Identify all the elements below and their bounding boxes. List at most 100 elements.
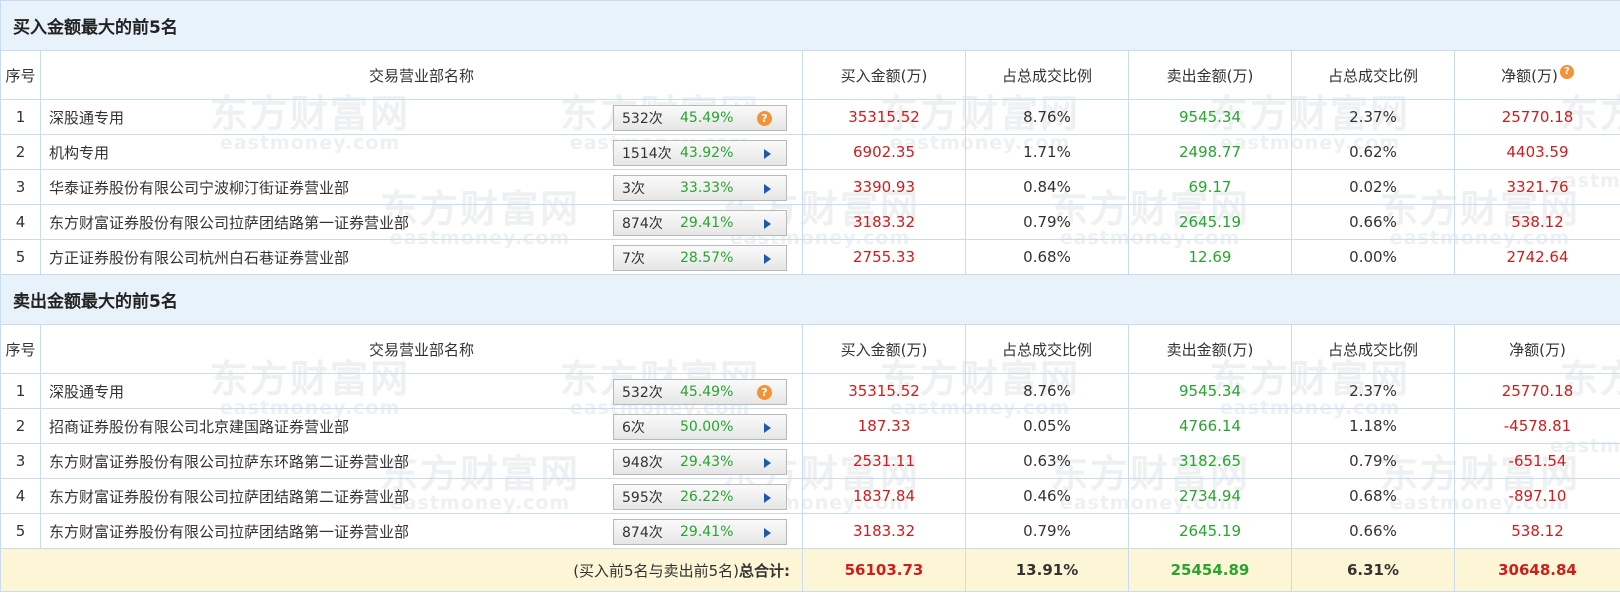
expand-arrow-icon[interactable] xyxy=(764,422,771,433)
sell-amount: 69.17 xyxy=(1128,169,1292,205)
win-rate: 28.57% xyxy=(680,249,734,266)
broker-stats-button[interactable]: 7次 28.57% xyxy=(613,244,787,271)
table-row: 3 华泰证券股份有限公司宁波柳汀街证券营业部 3次 33.33% 3390.93 0.84… xyxy=(0,169,1620,205)
table-row: 2 机构专用 1514次 43.92% 6902.35 1.71% 2498.77 0.62%… xyxy=(0,134,1620,170)
sell-ratio: 2.37% xyxy=(1291,373,1455,409)
broker-name-link[interactable]: 方正证券股份有限公司杭州白石巷证券营业部 xyxy=(49,247,349,268)
total-sell: 25454.89 xyxy=(1128,548,1292,592)
col-header-sell: 卖出金额(万) xyxy=(1128,50,1292,100)
broker-name-link[interactable]: 东方财富证券股份有限公司拉萨团结路第一证券营业部 xyxy=(49,521,409,542)
net-amount: 2742.64 xyxy=(1454,239,1620,275)
col-header-net-label: 净额(万) xyxy=(1501,66,1558,85)
buy-section-header: 买入金额最大的前5名 xyxy=(0,0,1620,51)
net-amount: -651.54 xyxy=(1454,443,1620,479)
total-label-bold: 总合计: xyxy=(739,561,790,580)
col-header-broker: 交易营业部名称 xyxy=(40,50,803,100)
broker-cell: 华泰证券股份有限公司宁波柳汀街证券营业部 3次 33.33% xyxy=(40,169,803,205)
expand-arrow-icon[interactable] xyxy=(764,492,771,503)
row-index: 5 xyxy=(0,239,41,275)
buy-ratio: 1.71% xyxy=(965,134,1129,170)
buy-ratio: 0.84% xyxy=(965,169,1129,205)
help-icon[interactable]: ? xyxy=(1559,64,1574,79)
table-row: 5 东方财富证券股份有限公司拉萨团结路第一证券营业部 874次 29.41% 3183.… xyxy=(0,513,1620,549)
buy-ratio: 0.05% xyxy=(965,408,1129,444)
buy-ratio: 8.76% xyxy=(965,99,1129,135)
buy-amount: 2755.33 xyxy=(802,239,966,275)
broker-name-link[interactable]: 机构专用 xyxy=(49,142,109,163)
sell-ratio: 0.00% xyxy=(1291,239,1455,275)
broker-name-link[interactable]: 招商证券股份有限公司北京建国路证券营业部 xyxy=(49,416,349,437)
row-index: 2 xyxy=(0,134,41,170)
sell-column-headers: 序号 交易营业部名称 买入金额(万) 占总成交比例 卖出金额(万) 占总成交比例… xyxy=(0,324,1620,374)
expand-arrow-icon[interactable] xyxy=(764,148,771,159)
total-sell-ratio: 6.31% xyxy=(1291,548,1455,592)
row-index: 1 xyxy=(0,373,41,409)
sell-amount: 9545.34 xyxy=(1128,99,1292,135)
sell-amount: 4766.14 xyxy=(1128,408,1292,444)
broker-cell: 东方财富证券股份有限公司拉萨东环路第二证券营业部 948次 29.43% xyxy=(40,443,803,479)
broker-stats-button[interactable]: 595次 26.22% xyxy=(613,483,787,510)
expand-arrow-icon[interactable] xyxy=(764,253,771,264)
total-buy-ratio: 13.91% xyxy=(965,548,1129,592)
win-rate: 50.00% xyxy=(680,418,734,435)
row-index: 1 xyxy=(0,99,41,135)
broker-stats-button[interactable]: 532次 45.49%? xyxy=(613,378,787,405)
col-header-net: 净额(万)? xyxy=(1454,50,1620,100)
buy-amount: 3390.93 xyxy=(802,169,966,205)
trade-count: 3次 xyxy=(622,180,645,197)
table-row: 4 东方财富证券股份有限公司拉萨团结路第一证券营业部 874次 29.41% 3183.… xyxy=(0,204,1620,240)
net-amount: 4403.59 xyxy=(1454,134,1620,170)
broker-cell: 招商证券股份有限公司北京建国路证券营业部 6次 50.00% xyxy=(40,408,803,444)
broker-name-link[interactable]: 东方财富证券股份有限公司拉萨东环路第二证券营业部 xyxy=(49,451,409,472)
col-header-sell: 卖出金额(万) xyxy=(1128,324,1292,374)
buy-amount: 6902.35 xyxy=(802,134,966,170)
net-amount: -897.10 xyxy=(1454,478,1620,514)
broker-name-link[interactable]: 深股通专用 xyxy=(49,381,124,402)
buy-column-headers: 序号 交易营业部名称 买入金额(万) 占总成交比例 卖出金额(万) 占总成交比例… xyxy=(0,50,1620,100)
win-rate: 45.49% xyxy=(680,109,734,126)
win-rate: 45.49% xyxy=(680,383,734,400)
trade-count: 874次 xyxy=(622,524,663,541)
help-icon[interactable]: ? xyxy=(757,110,772,126)
buy-amount: 3183.32 xyxy=(802,513,966,549)
net-amount: 538.12 xyxy=(1454,204,1620,240)
dragon-tiger-list: 东方财富网 eastmoney.com 东方财富网 eastmoney.com 东方财富… xyxy=(0,0,1620,594)
broker-stats-button[interactable]: 6次 50.00% xyxy=(613,413,787,440)
expand-arrow-icon[interactable] xyxy=(764,218,771,229)
buy-ratio: 0.79% xyxy=(965,513,1129,549)
col-header-buy-ratio: 占总成交比例 xyxy=(965,50,1129,100)
broker-cell: 东方财富证券股份有限公司拉萨团结路第一证券营业部 874次 29.41% xyxy=(40,513,803,549)
broker-cell: 东方财富证券股份有限公司拉萨团结路第二证券营业部 595次 26.22% xyxy=(40,478,803,514)
broker-cell: 机构专用 1514次 43.92% xyxy=(40,134,803,170)
broker-name-link[interactable]: 东方财富证券股份有限公司拉萨团结路第一证券营业部 xyxy=(49,212,409,233)
broker-stats-button[interactable]: 874次 29.41% xyxy=(613,209,787,236)
table-row: 1 深股通专用 532次 45.49%? 35315.52 8.76% 9545.34 2.3… xyxy=(0,373,1620,409)
total-buy: 56103.73 xyxy=(802,548,966,592)
buy-ratio: 0.79% xyxy=(965,204,1129,240)
broker-stats-button[interactable]: 3次 33.33% xyxy=(613,174,787,201)
sell-ratio: 0.66% xyxy=(1291,204,1455,240)
sell-section-title: 卖出金额最大的前5名 xyxy=(0,274,1620,325)
help-icon[interactable]: ? xyxy=(757,384,772,400)
expand-arrow-icon[interactable] xyxy=(764,527,771,538)
broker-stats-button[interactable]: 874次 29.41% xyxy=(613,518,787,545)
broker-stats-button[interactable]: 948次 29.43% xyxy=(613,448,787,475)
broker-name-link[interactable]: 华泰证券股份有限公司宁波柳汀街证券营业部 xyxy=(49,177,349,198)
buy-amount: 35315.52 xyxy=(802,373,966,409)
broker-name-link[interactable]: 东方财富证券股份有限公司拉萨团结路第二证券营业部 xyxy=(49,486,409,507)
trade-count: 532次 xyxy=(622,110,663,127)
trade-count: 7次 xyxy=(622,250,645,267)
buy-amount: 187.33 xyxy=(802,408,966,444)
broker-stats-button[interactable]: 1514次 43.92% xyxy=(613,139,787,166)
sell-section-header: 卖出金额最大的前5名 xyxy=(0,274,1620,325)
broker-name-link[interactable]: 深股通专用 xyxy=(49,107,124,128)
row-index: 2 xyxy=(0,408,41,444)
sell-ratio: 1.18% xyxy=(1291,408,1455,444)
expand-arrow-icon[interactable] xyxy=(764,457,771,468)
expand-arrow-icon[interactable] xyxy=(764,183,771,194)
broker-stats-button[interactable]: 532次 45.49%? xyxy=(613,104,787,131)
trade-count: 1514次 xyxy=(622,145,672,162)
col-header-buy: 买入金额(万) xyxy=(802,324,966,374)
col-header-index: 序号 xyxy=(0,50,41,100)
sell-amount: 2734.94 xyxy=(1128,478,1292,514)
